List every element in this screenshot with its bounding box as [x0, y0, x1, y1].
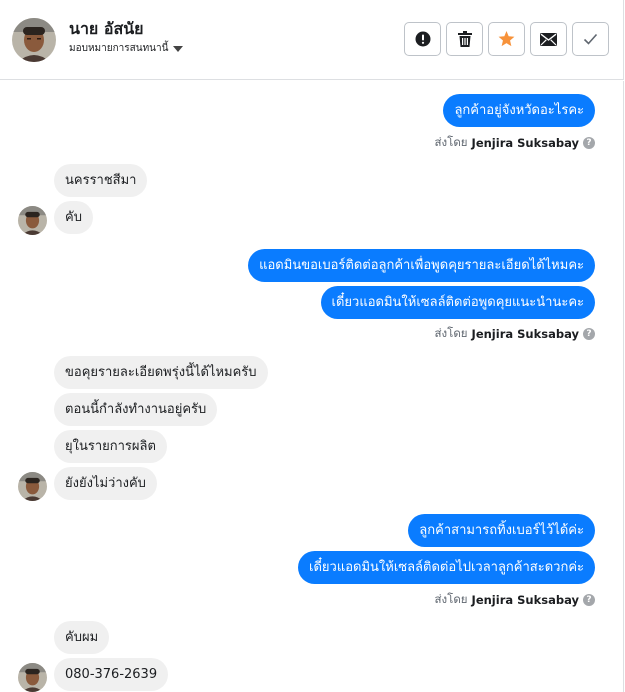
mail-icon [540, 32, 557, 46]
contact-name: นาย อัสนัย [69, 19, 144, 38]
mark-spam-button[interactable] [404, 22, 441, 56]
check-icon [583, 33, 598, 45]
help-icon[interactable]: ? [583, 328, 595, 340]
sent-by-prefix: ส่งโดย [434, 592, 468, 606]
help-icon[interactable]: ? [583, 594, 595, 606]
message-incoming[interactable]: นครราชสีมา [54, 164, 148, 197]
avatar-image [18, 472, 47, 501]
caret-down-icon [173, 45, 184, 52]
trash-icon [457, 31, 472, 47]
sent-by-label: ส่งโดย Jenjira Suksabay ? [435, 591, 595, 609]
action-toolbar [404, 22, 609, 56]
sent-by-prefix: ส่งโดย [434, 135, 468, 149]
avatar-image [12, 18, 56, 62]
message-outgoing[interactable]: เดี๋ยวแอดมินให้เซลล์ติดต่อไปเวลาลูกค้าสะ… [298, 551, 595, 584]
message-outgoing[interactable]: ลูกค้าอยู่จังหวัดอะไรคะ [443, 94, 595, 127]
sent-by-prefix: ส่งโดย [434, 326, 468, 340]
star-button[interactable] [488, 22, 525, 56]
assign-label: มอบหมายการสนทนานี้ [69, 43, 169, 54]
message-incoming[interactable]: ยังยังไม่ว่างคับ [54, 467, 157, 500]
sent-by-label: ส่งโดย Jenjira Suksabay ? [435, 134, 595, 152]
message-outgoing[interactable]: แอดมินขอเบอร์ติดต่อลูกค้าเพื่อพูดคุยรายล… [248, 249, 595, 282]
sent-by-label: ส่งโดย Jenjira Suksabay ? [435, 325, 595, 343]
avatar[interactable] [18, 472, 47, 501]
avatar[interactable] [18, 663, 47, 692]
sender-name: Jenjira Suksabay [471, 593, 579, 607]
sender-name: Jenjira Suksabay [471, 136, 579, 150]
star-icon [498, 31, 515, 47]
avatar-image [18, 663, 47, 692]
message-outgoing[interactable]: ลูกค้าสามารถทิ้งเบอร์ไว้ได้ค่ะ [408, 514, 595, 547]
delete-button[interactable] [446, 22, 483, 56]
message-incoming[interactable]: คับผม [54, 621, 110, 654]
alert-icon [415, 31, 430, 47]
mark-unread-button[interactable] [530, 22, 567, 56]
help-icon[interactable]: ? [583, 137, 595, 149]
message-thread[interactable]: ลูกค้าอยู่จังหวัดอะไรคะ ส่งโดย Jenjira S… [0, 81, 624, 692]
message-incoming[interactable]: ขอคุยรายละเอียดพรุ่งนี้ได้ไหมครับ [54, 356, 268, 389]
message-incoming[interactable]: ตอนนี้กำลังทำงานอยู่ครับ [54, 393, 218, 426]
avatar-image [18, 206, 47, 235]
message-incoming[interactable]: 080-376-2639 [54, 658, 169, 691]
done-button[interactable] [572, 22, 609, 56]
conversation-header: นาย อัสนัย มอบหมายการสนทนานี้ [0, 0, 624, 80]
avatar[interactable] [18, 206, 47, 235]
message-incoming[interactable]: ยุในรายการผลิต [54, 430, 167, 463]
sender-name: Jenjira Suksabay [471, 327, 579, 341]
message-outgoing[interactable]: เดี๋ยวแอดมินให้เซลล์ติดต่อพูดคุยแนะนำนะค… [320, 286, 595, 319]
avatar[interactable] [12, 18, 56, 62]
message-incoming[interactable]: คับ [54, 201, 93, 234]
assign-conversation-dropdown[interactable]: มอบหมายการสนทนานี้ [69, 41, 184, 56]
